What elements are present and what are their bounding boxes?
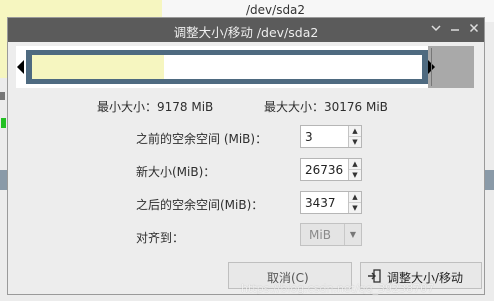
chevron-down-icon[interactable]: [429, 21, 443, 37]
spin-down-icon[interactable]: ▼: [349, 136, 361, 147]
dialog-title: 调整大小/移动 /dev/sda2: [173, 25, 319, 40]
align-to-select[interactable]: MiB ▼: [300, 223, 362, 246]
chevron-down-icon[interactable]: ▼: [344, 224, 361, 245]
background-window-title: /dev/sda2: [246, 3, 306, 17]
background-marker: [0, 92, 5, 100]
spin-up-icon[interactable]: ▲: [349, 159, 361, 169]
spinner-buttons: ▲ ▼: [348, 192, 361, 213]
max-size-label: 最大大小：30176 MiB: [264, 100, 388, 114]
free-before-spinner[interactable]: 3 ▲ ▼: [300, 125, 362, 148]
free-after-label: 之后的空余空间(MiB)：: [136, 198, 264, 212]
free-after-value[interactable]: 3437: [305, 196, 336, 210]
free-before-value[interactable]: 3: [305, 130, 313, 144]
min-size-label: 最小大小：9178 MiB: [97, 100, 214, 114]
partition-used-space: [32, 55, 164, 79]
close-icon[interactable]: [467, 21, 481, 37]
partition-resize-bar[interactable]: [16, 46, 474, 88]
new-size-label: 新大小(MiB)：: [136, 165, 216, 179]
new-size-spinner[interactable]: 26736 ▲ ▼: [300, 158, 362, 181]
partition-frame[interactable]: [26, 50, 428, 84]
minimize-icon[interactable]: [448, 21, 462, 37]
spinner-buttons: ▲ ▼: [348, 126, 361, 147]
spin-down-icon[interactable]: ▼: [349, 202, 361, 213]
spinner-buttons: ▲ ▼: [348, 159, 361, 180]
dialog-titlebar[interactable]: 调整大小/移动 /dev/sda2: [8, 18, 484, 42]
spin-down-icon[interactable]: ▼: [349, 169, 361, 180]
spin-up-icon[interactable]: ▲: [349, 192, 361, 202]
resize-move-dialog: 调整大小/移动 /dev/sda2 最小大小：9178 MiB 最大大小：301…: [7, 17, 485, 295]
free-after-spinner[interactable]: 3437 ▲ ▼: [300, 191, 362, 214]
watermark: https://blog.csdn.net/qq_39238707: [241, 282, 435, 295]
free-before-label: 之前的空余空间 (MiB)：: [136, 132, 268, 146]
background-row-right: [484, 170, 494, 190]
unallocated-divider: [431, 48, 432, 86]
align-to-value: MiB: [309, 228, 331, 242]
background-status-indicator: [1, 118, 6, 128]
resize-move-icon: [368, 269, 381, 283]
left-resize-handle[interactable]: [17, 60, 24, 74]
align-to-label: 对齐到：: [136, 231, 185, 245]
new-size-value[interactable]: 26736: [305, 163, 343, 177]
spin-up-icon[interactable]: ▲: [349, 126, 361, 136]
